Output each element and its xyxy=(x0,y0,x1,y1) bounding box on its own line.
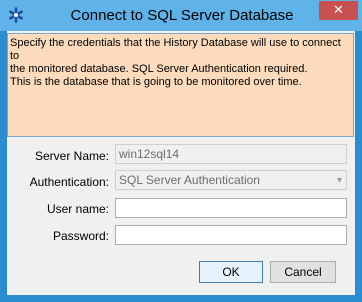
server-name-label: Server Name: xyxy=(34,149,109,163)
ok-button[interactable]: OK xyxy=(199,261,263,283)
server-name-value: win12sql14 xyxy=(119,147,180,161)
password-input[interactable] xyxy=(115,225,347,245)
authentication-select[interactable]: SQL Server Authentication ▾ xyxy=(115,170,347,190)
info-message-text: Specify the credentials that the History… xyxy=(10,37,341,88)
app-asterisk-icon xyxy=(8,7,24,23)
close-icon: ✕ xyxy=(333,3,344,18)
authentication-value: SQL Server Authentication xyxy=(119,173,260,187)
dialog-window: Connect to SQL Server Database ✕ Specify… xyxy=(0,0,362,302)
password-label: Password: xyxy=(52,229,109,243)
window-title: Connect to SQL Server Database xyxy=(70,7,294,24)
cancel-button[interactable]: Cancel xyxy=(270,261,336,283)
info-message-box: Specify the credentials that the History… xyxy=(7,33,354,137)
username-label: User name: xyxy=(46,202,109,216)
dialog-body: Specify the credentials that the History… xyxy=(7,31,355,295)
username-input[interactable] xyxy=(115,198,347,218)
close-button[interactable]: ✕ xyxy=(319,1,358,20)
server-name-field: win12sql14 xyxy=(115,144,347,164)
title-bar[interactable]: Connect to SQL Server Database ✕ xyxy=(0,0,362,31)
chevron-down-icon: ▾ xyxy=(336,175,342,186)
authentication-label: Authentication: xyxy=(29,175,109,189)
